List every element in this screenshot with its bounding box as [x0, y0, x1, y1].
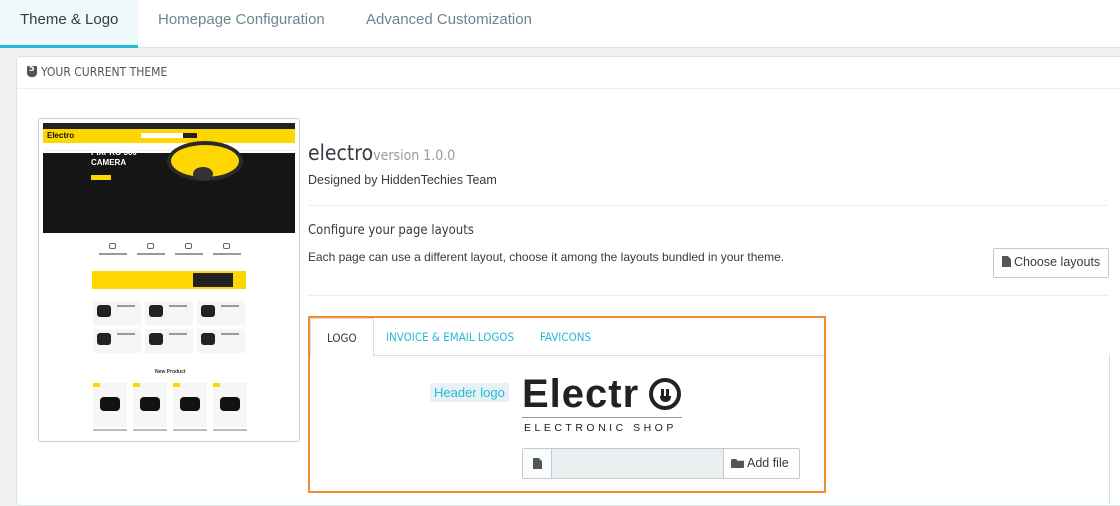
tab-content-border: [1109, 354, 1110, 504]
html5-icon: [27, 64, 37, 77]
preview-product: [93, 383, 127, 427]
logo-tabs: LOGO INVOICE & EMAIL LOGOS FAVICONS: [310, 318, 824, 357]
add-file-label: Add file: [747, 456, 789, 470]
layouts-description: Each page can use a different layout, ch…: [308, 250, 785, 264]
preview-price: [133, 429, 167, 431]
preview-category-card: [93, 329, 141, 353]
choose-layouts-button[interactable]: Choose layouts: [993, 248, 1109, 278]
preview-search-button: [183, 133, 197, 138]
file-upload-group: Add file: [522, 448, 800, 479]
theme-preview-mock: Electro PIXPRO 360 CAMERA New Product: [43, 123, 295, 437]
theme-preview-image: Electro PIXPRO 360 CAMERA New Product: [38, 118, 300, 442]
preview-camera-lens: [193, 167, 213, 181]
theme-author: Designed by HiddenTechies Team: [308, 173, 497, 187]
preview-category-card: [197, 329, 245, 353]
logo-subtext: ELECTRONIC SHOP: [524, 422, 677, 434]
theme-title: electroversion 1.0.0: [308, 141, 455, 165]
folder-open-icon: [731, 459, 744, 468]
plug-icon: [649, 378, 681, 410]
current-theme-panel: YOUR CURRENT THEME Electro PIXPRO 360 CA…: [16, 56, 1120, 506]
tab-theme-logo[interactable]: Theme & Logo: [0, 0, 139, 48]
logo-tabs-highlight: LOGO INVOICE & EMAIL LOGOS FAVICONS Head…: [308, 316, 826, 493]
divider: [308, 205, 1108, 206]
preview-feature: [207, 243, 247, 259]
theme-name: electro: [308, 141, 374, 165]
divider: [308, 295, 1108, 296]
tab-homepage-configuration[interactable]: Homepage Configuration: [138, 0, 345, 48]
preview-feature: [131, 243, 171, 259]
preview-product: [213, 383, 247, 427]
preview-section-title: New Product: [155, 369, 186, 375]
logo-rule: [522, 417, 682, 418]
preview-category-card: [197, 301, 245, 325]
preview-price: [93, 429, 127, 431]
theme-version: version 1.0.0: [373, 148, 456, 164]
preview-product: [173, 383, 207, 427]
preview-category-card: [145, 301, 193, 325]
file-icon: [533, 458, 542, 469]
top-tab-bar: Theme & Logo Homepage Configuration Adva…: [0, 0, 1120, 48]
layouts-title: Configure your page layouts: [308, 223, 474, 238]
tab-advanced-customization[interactable]: Advanced Customization: [346, 0, 552, 48]
tab-invoice-email-logos[interactable]: INVOICE & EMAIL LOGOS: [370, 318, 530, 356]
tab-favicons[interactable]: FAVICONS: [524, 318, 607, 356]
preview-feature: [93, 243, 133, 259]
preview-hero-button: [91, 175, 111, 180]
tab-logo[interactable]: LOGO: [310, 318, 374, 357]
preview-category-card: [145, 329, 193, 353]
header-logo-label: Header logo: [430, 383, 509, 402]
preview-feature: [169, 243, 209, 259]
preview-hero-title: PIXPRO 360 CAMERA: [91, 148, 137, 167]
file-icon: [1002, 256, 1011, 267]
preview-nav: [43, 145, 295, 151]
add-file-button[interactable]: Add file: [731, 456, 789, 470]
preview-product: [133, 383, 167, 427]
preview-logo: Electro: [47, 131, 75, 140]
file-name-input[interactable]: [552, 449, 724, 478]
file-icon-box: [523, 449, 552, 478]
preview-price: [213, 429, 247, 431]
preview-category-card: [93, 301, 141, 325]
preview-banner-image: [193, 273, 233, 287]
logo-wordmark: Electr: [522, 372, 640, 416]
panel-heading: YOUR CURRENT THEME: [17, 57, 1120, 89]
header-logo-image: Electr: [522, 372, 639, 417]
preview-price: [173, 429, 207, 431]
panel-title: YOUR CURRENT THEME: [41, 65, 168, 79]
choose-layouts-label: Choose layouts: [1014, 255, 1101, 269]
